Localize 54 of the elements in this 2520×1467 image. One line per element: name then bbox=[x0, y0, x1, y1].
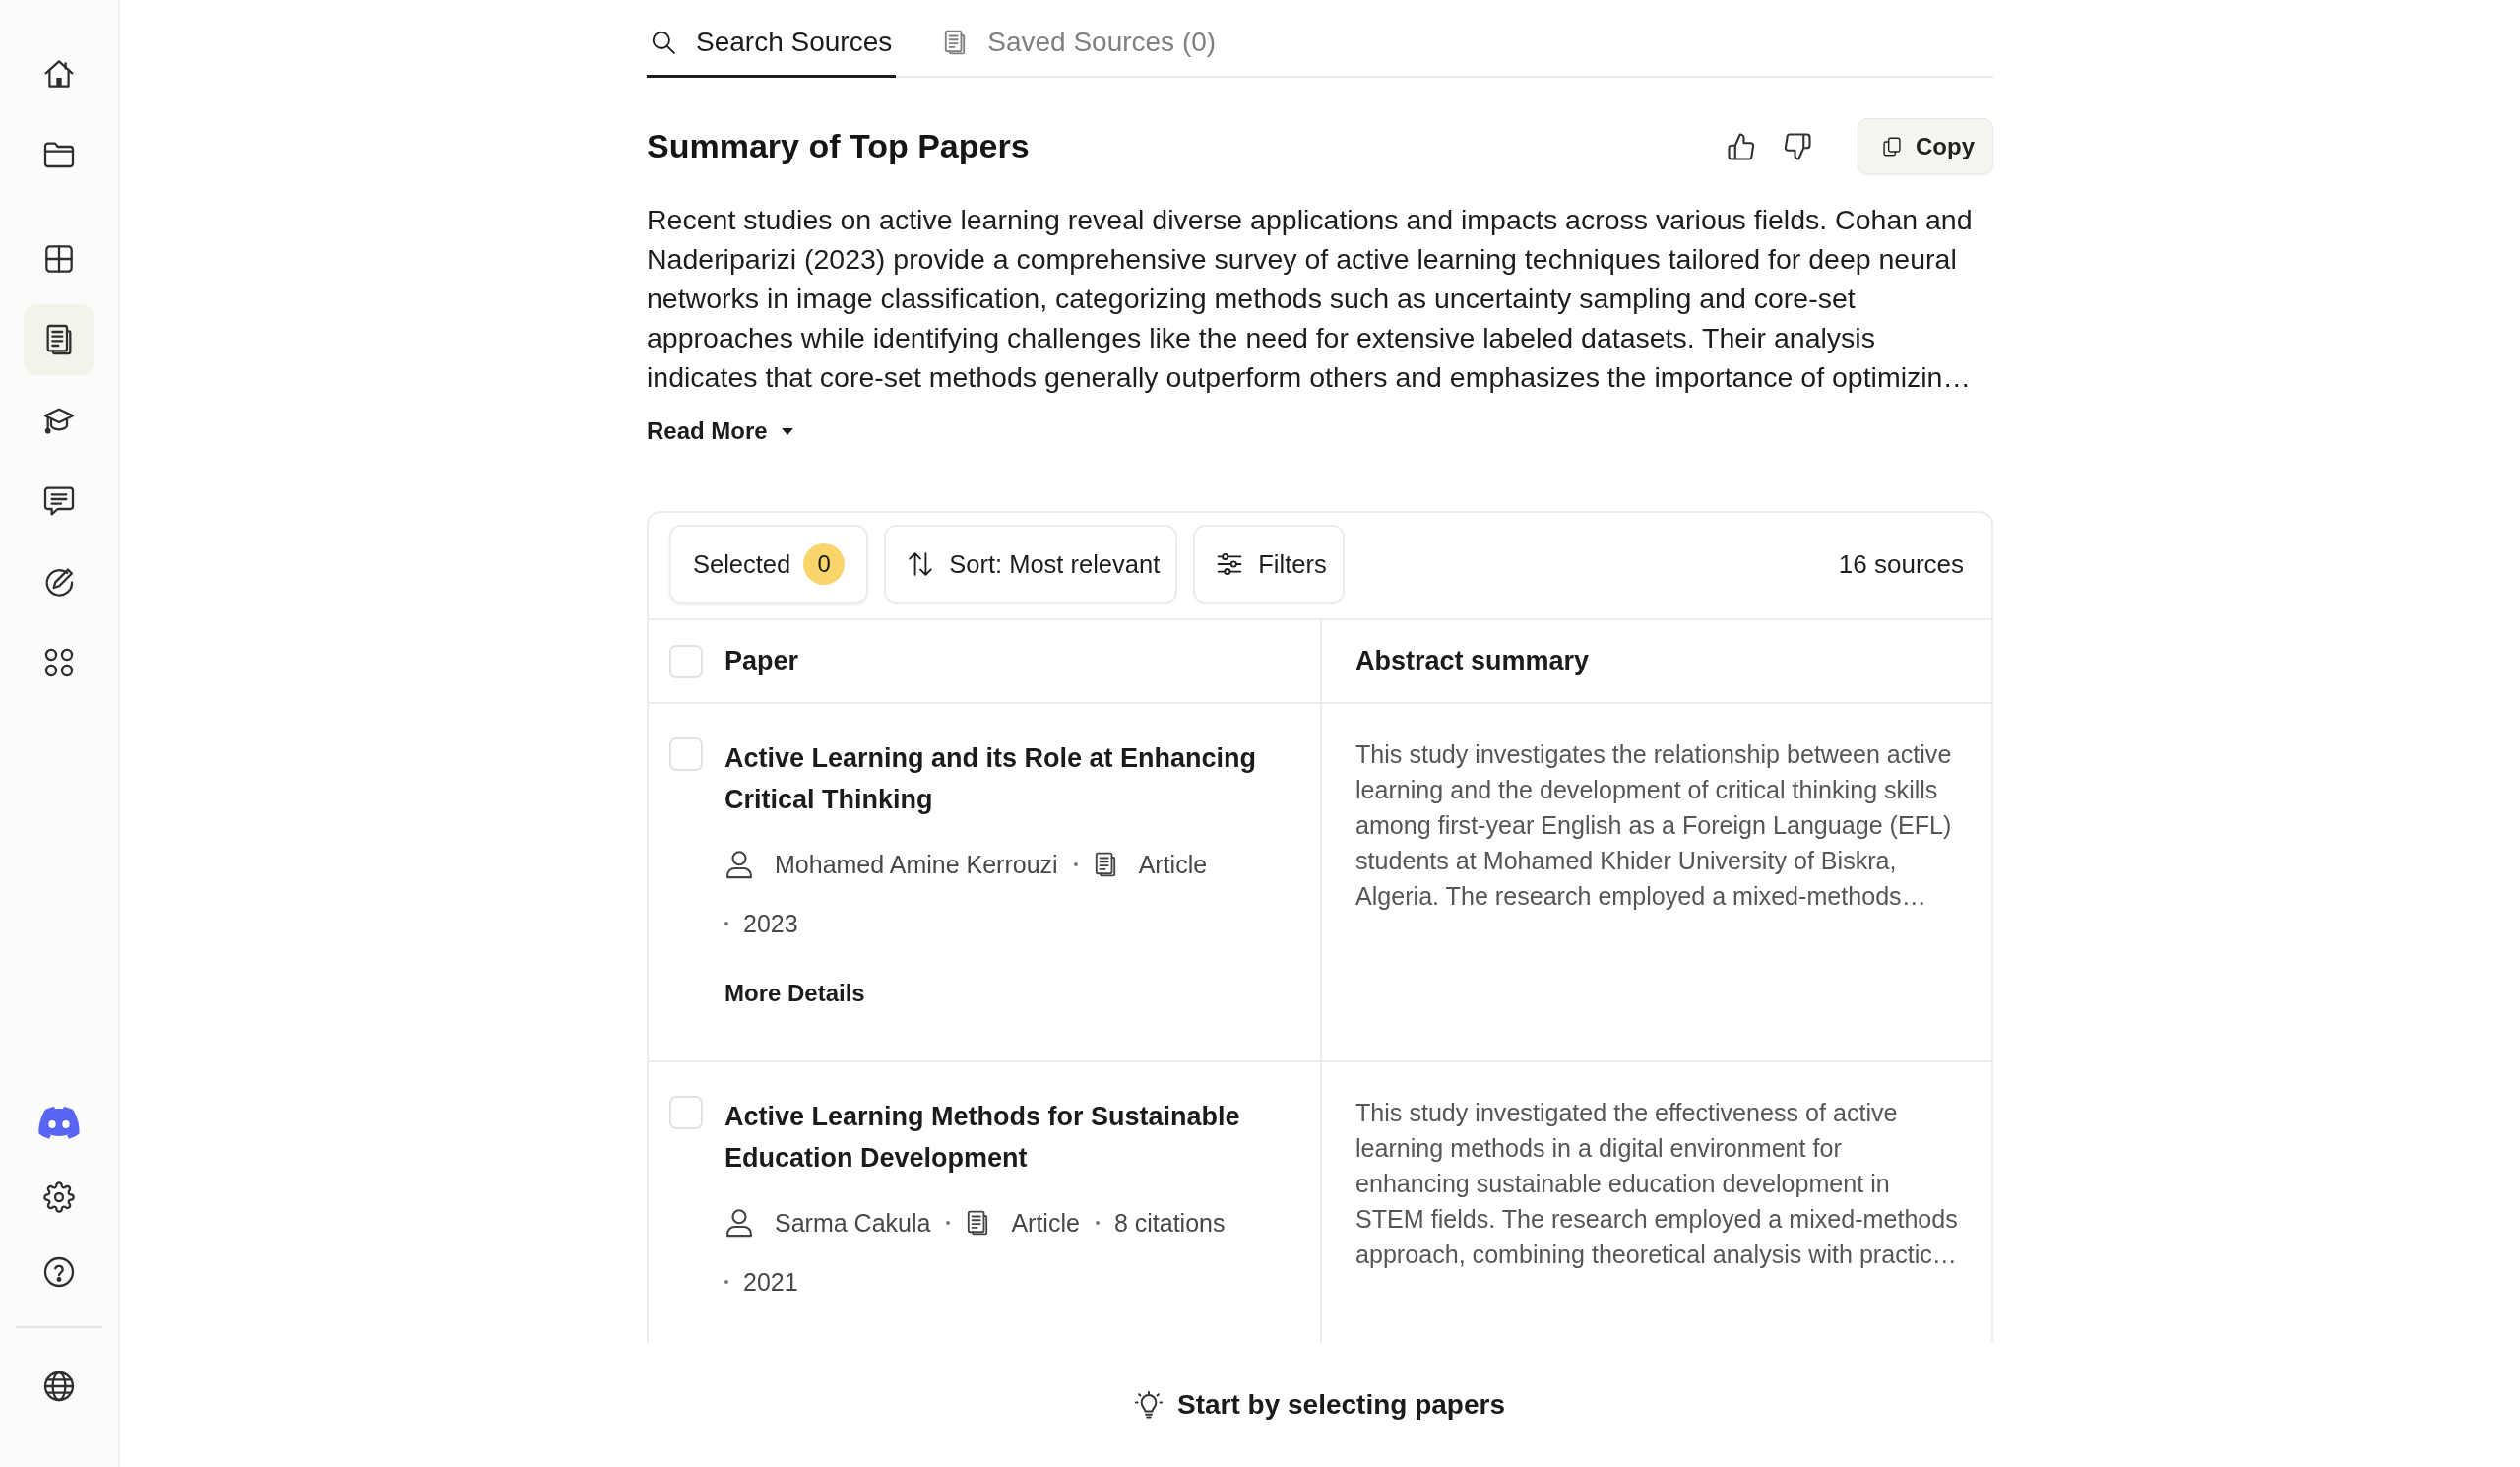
separator-dot-icon bbox=[1073, 862, 1078, 866]
thumbs-up-icon[interactable] bbox=[1727, 131, 1756, 161]
caret-icon bbox=[781, 427, 793, 435]
person-icon bbox=[724, 1208, 754, 1238]
thumbs-down-icon[interactable] bbox=[1783, 131, 1812, 161]
paper-type: Article bbox=[1011, 1208, 1080, 1239]
person-icon bbox=[724, 850, 754, 879]
sidebar-button[interactable] bbox=[24, 304, 94, 375]
tab[interactable]: Saved Sources (0) bbox=[938, 0, 1221, 78]
sliders-icon bbox=[1217, 551, 1243, 577]
more-details-link[interactable]: More Details bbox=[724, 979, 865, 1008]
paper-title[interactable]: Active Learning Methods for Sustainable Education Development bbox=[724, 1096, 1291, 1179]
selected-count-badge: 0 bbox=[803, 543, 846, 585]
column-header: Paper bbox=[724, 646, 799, 676]
select-all-checkbox[interactable] bbox=[669, 644, 703, 678]
tab[interactable]: Search Sources bbox=[647, 0, 897, 78]
separator-dot-icon bbox=[946, 1221, 951, 1225]
summary-text: Recent studies on active learning reveal diverse applications and impacts across various fields. Cohan and Naderiparizi (2023) provide a comprehensive survey of active learning techniques tailored for deep neural networks in image classification, categorizing methods such as uncertainty sampling and core-set approaches while identifying challenges like the need for extensive labeled datasets. Their analysis indicates that core-set methods generally outperform others and emphasizes the importance of optimizin… bbox=[647, 203, 1974, 395]
globe-icon bbox=[43, 1371, 75, 1402]
row-checkbox[interactable] bbox=[669, 737, 703, 771]
paper-title[interactable]: Active Learning and its Role at Enhancing Critical Thinking bbox=[724, 737, 1291, 820]
source-count: 16 sources bbox=[1838, 548, 1964, 580]
chat-bubble-icon bbox=[43, 485, 75, 517]
abstract-text: This study investigated the effectiveness of active learning methods in a digital environment for enhancing sustainable education development in STEM fields. The research employed a mixed-methods approach, combining theoretical analysis with practic… bbox=[1355, 1098, 1959, 1270]
read-more-button[interactable]: Read More bbox=[647, 416, 793, 446]
filters-button[interactable]: Filters bbox=[1193, 525, 1345, 604]
help-icon bbox=[43, 1256, 75, 1288]
settings-icon bbox=[43, 1181, 75, 1213]
sort-arrows-icon bbox=[908, 551, 934, 577]
row-checkbox[interactable] bbox=[669, 1096, 703, 1129]
mascot-face-icon bbox=[37, 1106, 81, 1139]
abstract-text: This study investigates the relationship between active learning and the development of critical thinking skills among first-year English as a Foreign Language (EFL) students at Mohamed Khider University of Biskra, Algeria. The research employed a mixed-methods… bbox=[1355, 739, 1953, 912]
separator-dot-icon bbox=[724, 922, 728, 925]
publication-year: 2021 bbox=[743, 1267, 798, 1298]
four-circles-icon bbox=[43, 647, 75, 678]
copy-icon bbox=[1882, 135, 1902, 158]
author-name: Mohamed Amine Kerrouzi bbox=[775, 850, 1058, 880]
summary-title: Summary of Top Papers bbox=[647, 127, 1031, 165]
hint-text: Start by selecting papers bbox=[1177, 1388, 1505, 1421]
copy-button[interactable]: Copy bbox=[1858, 118, 1993, 174]
citation-count: 8 citations bbox=[1113, 1208, 1226, 1239]
separator-dot-icon bbox=[1095, 1221, 1100, 1225]
lightbulb-icon bbox=[1135, 1389, 1163, 1420]
column-header: Abstract summary bbox=[1355, 646, 1590, 676]
separator-dot-icon bbox=[724, 1280, 728, 1284]
home-icon bbox=[43, 58, 75, 90]
sort-button[interactable]: Sort: Most relevant bbox=[884, 525, 1178, 604]
selected-filter-button[interactable]: Selected 0 bbox=[669, 525, 869, 604]
paper-type: Article bbox=[1138, 850, 1208, 880]
search-icon bbox=[651, 30, 676, 55]
grid-icon bbox=[43, 243, 75, 275]
pen-circle-icon bbox=[43, 566, 75, 598]
author-name: Sarma Cakula bbox=[775, 1208, 931, 1239]
publication-year: 2023 bbox=[743, 909, 798, 939]
